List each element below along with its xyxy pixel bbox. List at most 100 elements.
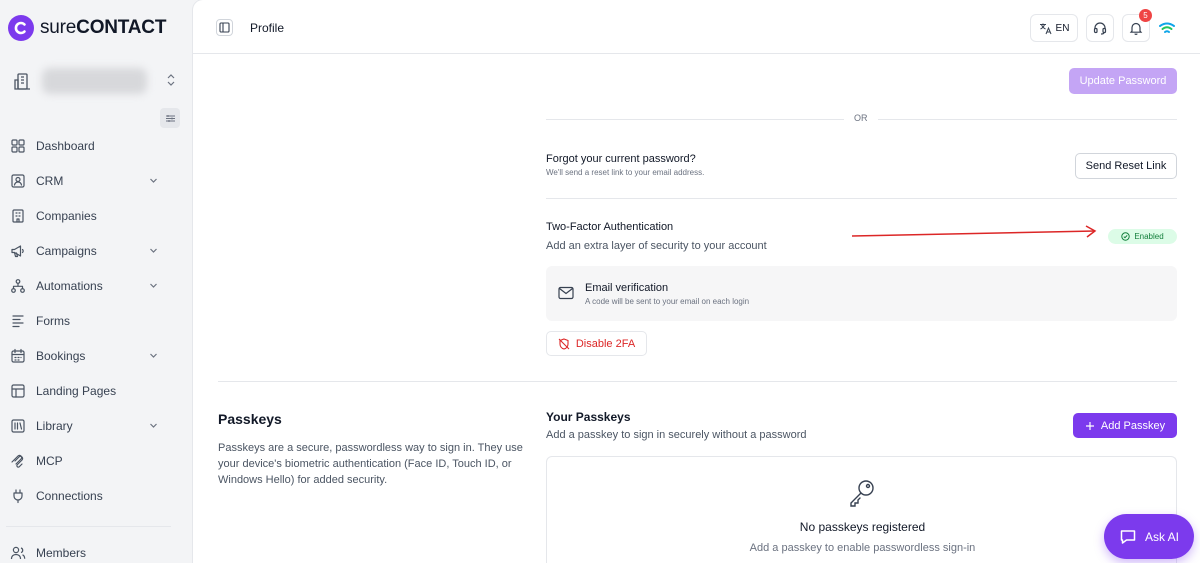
chevron-down-icon	[150, 248, 157, 253]
chevron-down-icon	[150, 283, 157, 288]
mcp-icon	[11, 454, 24, 468]
toggle-sidebar-button[interactable]	[216, 19, 233, 36]
workspace-name-redacted	[42, 68, 147, 94]
two-factor-desc: Add an extra layer of security to your a…	[546, 240, 767, 252]
chevron-down-icon	[150, 178, 157, 183]
sidebar-item-label: Forms	[36, 313, 70, 328]
section-divider	[546, 198, 1177, 199]
bell-icon	[1129, 22, 1143, 35]
sidebar-item-crm[interactable]: CRM	[0, 163, 193, 198]
forgot-password-desc: We'll send a reset link to your email ad…	[546, 168, 705, 177]
mail-icon	[558, 286, 574, 300]
update-password-button[interactable]: Update Password	[1069, 68, 1177, 94]
annotation-arrow	[851, 225, 1097, 238]
plug-icon	[13, 488, 23, 503]
translate-icon	[1039, 23, 1052, 34]
sidebar-item-label: Automations	[36, 278, 103, 293]
chat-icon	[1120, 529, 1136, 544]
sidebar-item-companies[interactable]: Companies	[0, 198, 193, 233]
sidebar-item-connections[interactable]: Connections	[0, 478, 193, 513]
sidebar-settings-button[interactable]	[160, 108, 180, 128]
notifications-button[interactable]: 5	[1122, 9, 1152, 42]
support-button[interactable]	[1086, 14, 1114, 42]
plus-icon	[1085, 421, 1094, 430]
your-passkeys-title: Your Passkeys	[546, 410, 631, 424]
top-bar: Profile EN 5	[193, 0, 1200, 54]
building-icon	[12, 208, 24, 223]
language-switcher[interactable]: EN	[1030, 14, 1078, 42]
brand-logo[interactable]: sureCONTACT	[8, 14, 166, 42]
sidebar-nav: Dashboard CRM Companies Campaigns Automation…	[0, 128, 193, 513]
main-panel: Profile EN 5 Update Password OR Forgot y…	[193, 0, 1200, 563]
disable-2fa-button[interactable]: Disable 2FA	[546, 331, 647, 356]
sidebar: sureCONTACT Dashboard CRM Companies Campaig…	[0, 0, 193, 563]
shield-off-icon	[558, 337, 570, 350]
chevron-down-icon	[150, 353, 157, 358]
sidebar-item-label: Landing Pages	[36, 383, 117, 398]
sidebar-item-label: CRM	[36, 173, 64, 188]
empty-state-desc: Add a passkey to enable passwordless sig…	[749, 542, 976, 554]
or-divider-text: OR	[854, 113, 868, 123]
ask-ai-button[interactable]: Ask AI	[1104, 514, 1194, 559]
sidebar-item-bookings[interactable]: Bookings	[0, 338, 193, 373]
check-circle-icon	[1121, 232, 1131, 241]
empty-state-title: No passkeys registered	[799, 520, 926, 534]
add-passkey-button[interactable]: Add Passkey	[1073, 413, 1177, 438]
add-passkey-label: Add Passkey	[1100, 419, 1166, 432]
sidebar-item-forms[interactable]: Forms	[0, 303, 193, 338]
email-verification-desc: A code will be sent to your email on eac…	[585, 297, 750, 306]
your-passkeys-desc: Add a passkey to sign in securely withou…	[546, 429, 807, 441]
sidebar-item-label: Campaigns	[36, 243, 97, 258]
email-verification-title: Email verification	[585, 282, 669, 294]
chevron-up-down-icon	[167, 74, 175, 86]
language-code: EN	[1055, 22, 1070, 34]
sidebar-item-campaigns[interactable]: Campaigns	[0, 233, 193, 268]
sidebar-divider	[6, 526, 171, 527]
email-verification-card: Email verification A code will be sent t…	[546, 266, 1177, 321]
sidebar-item-members[interactable]: Members	[0, 535, 193, 563]
passkeys-empty-state: No passkeys registered Add a passkey to …	[546, 456, 1177, 563]
sidebar-item-label: Companies	[36, 208, 97, 223]
workflow-icon	[11, 278, 25, 293]
megaphone-icon	[11, 244, 24, 257]
calendar-icon	[11, 348, 25, 363]
sidebar-item-label: Bookings	[36, 348, 86, 363]
workspace-switcher[interactable]	[8, 62, 180, 100]
sidebar-item-label: Dashboard	[36, 138, 95, 153]
divider-right	[878, 119, 1177, 120]
sidebar-item-label: Connections	[36, 488, 103, 503]
users-icon	[10, 546, 26, 559]
divider-left	[546, 119, 844, 120]
passkeys-section-title: Passkeys	[218, 411, 282, 427]
status-label: Enabled	[1134, 232, 1164, 241]
disable-2fa-label: Disable 2FA	[575, 337, 636, 350]
layout-icon	[11, 383, 25, 398]
page-title: Profile	[250, 21, 285, 35]
form-icon	[12, 314, 24, 327]
passkeys-section-desc: Passkeys are a secure, passwordless way …	[218, 442, 523, 486]
two-factor-status-badge: Enabled	[1108, 229, 1177, 244]
sidebar-item-library[interactable]: Library	[0, 408, 193, 443]
headset-icon	[1093, 22, 1107, 35]
wordpress-dashboard-link[interactable]	[1157, 18, 1177, 38]
two-factor-title: Two-Factor Authentication	[546, 221, 674, 233]
sidebar-item-label: MCP	[36, 453, 63, 468]
sidebar-item-automations[interactable]: Automations	[0, 268, 193, 303]
section-divider	[218, 381, 1177, 382]
send-reset-link-button[interactable]: Send Reset Link	[1075, 153, 1177, 179]
sliders-icon	[165, 114, 175, 122]
brand-name: sureCONTACT	[40, 17, 167, 38]
panel-icon	[219, 22, 230, 33]
key-icon	[850, 480, 874, 507]
sidebar-item-dashboard[interactable]: Dashboard	[0, 128, 193, 163]
ask-ai-label: Ask AI	[1144, 529, 1179, 544]
forgot-password-title: Forgot your current password?	[546, 153, 696, 165]
library-icon	[11, 418, 25, 433]
sidebar-item-label: Library	[36, 418, 73, 433]
wifi-logo-icon	[1159, 22, 1175, 33]
sidebar-item-landing-pages[interactable]: Landing Pages	[0, 373, 193, 408]
crm-icon	[11, 173, 25, 188]
dashboard-icon	[11, 138, 25, 153]
notification-badge: 5	[1139, 9, 1152, 22]
sidebar-item-mcp[interactable]: MCP	[0, 443, 193, 478]
